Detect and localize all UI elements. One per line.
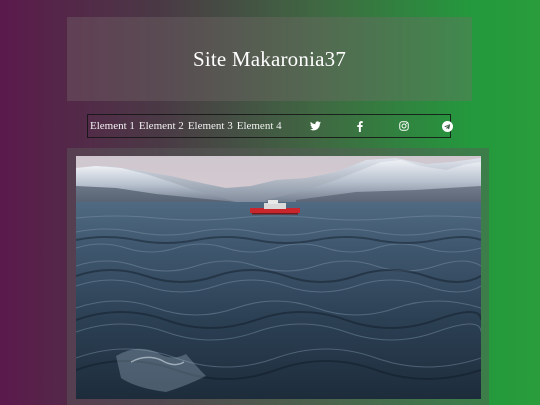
instagram-icon[interactable] — [382, 115, 426, 137]
site-title: Site Makaronia37 — [192, 46, 347, 71]
main-nav: Element 1 Element 2 Element 3 Element 4 — [87, 114, 454, 138]
twitter-icon[interactable] — [294, 115, 338, 137]
nav-item-element-1[interactable]: Element 1 — [90, 120, 135, 132]
site-header: Site Makaronia37 — [67, 17, 472, 101]
telegram-icon[interactable] — [426, 115, 470, 137]
nav-item-element-4[interactable]: Element 4 — [237, 120, 282, 132]
social-links — [294, 115, 470, 137]
hero-image-fjord-boat — [76, 156, 481, 399]
nav-item-element-2[interactable]: Element 2 — [139, 120, 184, 132]
hero-frame — [67, 148, 489, 405]
facebook-icon[interactable] — [338, 115, 382, 137]
nav-item-element-3[interactable]: Element 3 — [188, 120, 233, 132]
